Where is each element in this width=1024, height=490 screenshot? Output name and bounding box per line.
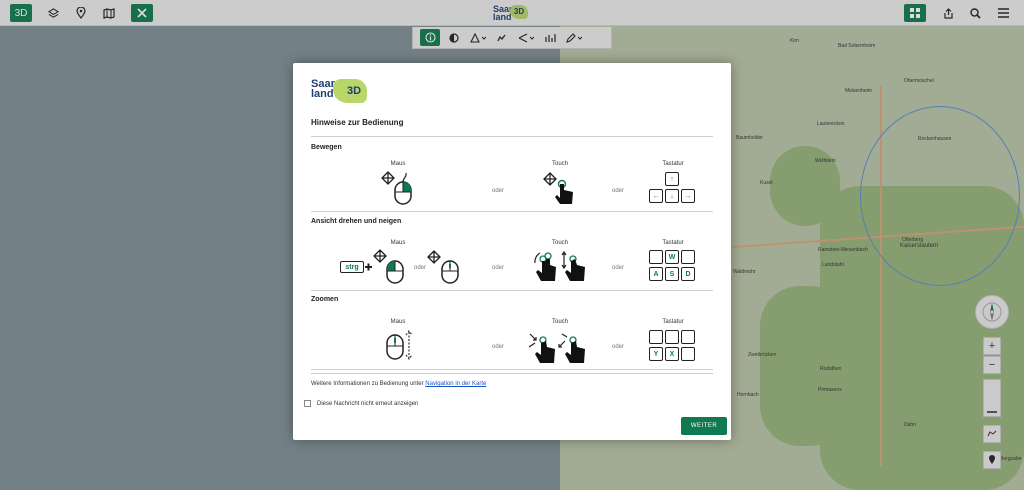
or-separator: oder [492,265,505,271]
mouse-middle-icon [427,250,459,284]
touch-pinch-icon [528,333,585,363]
divider [311,211,713,212]
blank-key [665,330,679,344]
column-label: Maus [390,319,406,325]
dont-show-checkbox[interactable] [304,400,311,407]
column-label: Touch [551,161,568,167]
or-separator: oder [612,188,625,194]
divider [311,136,713,137]
arrow-up-key[interactable]: ↑ [665,172,679,186]
or-separator: oder [492,344,505,350]
blank-key [681,330,695,344]
column-label: Tastatur [662,161,684,167]
w-key[interactable]: W [665,250,679,264]
mouse-wheel-icon [386,330,413,360]
divider [311,373,713,374]
blank-key [681,250,695,264]
navigation-help-link[interactable]: Navigation in der Karte [425,381,486,387]
column-label: Touch [551,240,568,246]
or-separator: oder [414,265,427,271]
a-key[interactable]: A [649,267,663,281]
mouse-rotate-icon [365,249,404,284]
checkbox-label: Diese Nachricht nicht erneut anzeigen [317,400,419,407]
logo-text: Saar land [311,78,335,100]
s-key[interactable]: S [665,267,679,281]
info-text: Weitere Informationen zu Bedienung unter [311,381,426,387]
help-dialog: 3D Saar land Hinweise zur Bedienung Bewe… [293,63,731,440]
ctrl-key[interactable]: strg [340,261,364,273]
column-label: Maus [390,240,406,246]
dialog-logo: 3D Saar land [311,79,367,105]
column-label: Touch [551,319,568,325]
logo-badge: 3D [333,79,367,103]
blank-key [649,330,663,344]
column-label: Tastatur [662,319,684,325]
section-title: Ansicht drehen und neigen [311,218,402,225]
blank-key [649,250,663,264]
divider [311,369,713,370]
info-line: Weitere Informationen zu Bedienung unter… [311,381,486,387]
blank-key [681,347,695,361]
dont-show-again[interactable]: Diese Nachricht nicht erneut anzeigen [304,400,418,407]
or-separator: oder [492,188,505,194]
arrow-down-key[interactable]: ↓ [665,189,679,203]
arrow-left-key[interactable]: ← [649,189,663,203]
arrow-right-key[interactable]: → [681,189,695,203]
touch-drag-icon [543,172,573,204]
or-separator: oder [612,344,625,350]
dialog-title: Hinweise zur Bedienung [311,118,404,127]
section-title: Zoomen [311,296,339,303]
column-label: Maus [390,161,406,167]
touch-rotate-icon [534,250,585,281]
section-title: Bewegen [311,144,342,151]
column-label: Tastatur [662,240,684,246]
continue-button[interactable]: WEITER [681,417,727,435]
divider [311,290,713,291]
y-key[interactable]: Y [649,347,663,361]
d-key[interactable]: D [681,267,695,281]
mouse-move-icon [381,171,412,205]
or-separator: oder [612,265,625,271]
x-key[interactable]: X [665,347,679,361]
